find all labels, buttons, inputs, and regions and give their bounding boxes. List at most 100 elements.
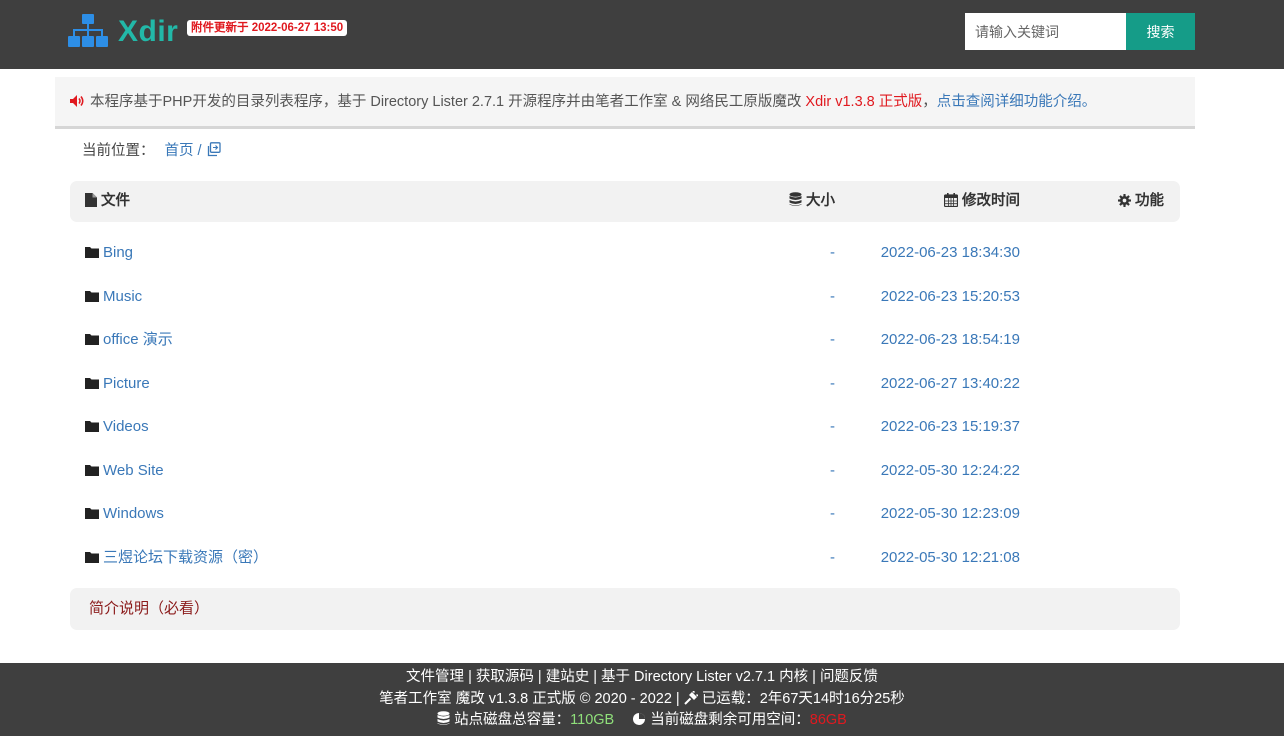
folder-modified: 2022-05-30 12:21:08 [880, 548, 1020, 566]
update-badge: 附件更新于 2022-06-27 13:50 [187, 20, 348, 36]
volume-icon [70, 95, 84, 107]
folder-modified: 2022-05-30 12:24:22 [880, 461, 1020, 479]
folder-name: Windows [103, 505, 164, 522]
folder-name: Bing [103, 244, 134, 261]
folder-size: - [830, 374, 835, 392]
pie-chart-icon [633, 713, 646, 725]
folder-link[interactable]: Windows [85, 492, 164, 535]
folder-link[interactable]: Picture [85, 362, 150, 405]
footer-link-source[interactable]: 获取源码 [476, 669, 534, 685]
table-row[interactable]: office 演示 - 2022-06-23 18:54:19 [70, 318, 1180, 362]
footer-disk-total-value: 110GB [570, 712, 615, 728]
header-modified[interactable]: 修改时间 [944, 181, 1020, 222]
folder-modified: 2022-06-23 18:54:19 [880, 331, 1020, 348]
breadcrumb: 当前位置： 首页 / [82, 140, 221, 162]
file-icon [85, 193, 97, 207]
folder-name: Videos [103, 418, 149, 435]
footer-disk-free-label: 当前磁盘剩余可用空间： [650, 712, 810, 728]
footer-copyright: 笔者工作室 魔改 v1.3.8 正式版 © 2020 - 2022 | [379, 690, 684, 707]
breadcrumb-home-link[interactable]: 首页 [165, 143, 194, 159]
search-input[interactable] [965, 13, 1127, 50]
folder-link[interactable]: Music [85, 275, 142, 318]
footer-link-feedback[interactable]: 问题反馈 [820, 669, 878, 685]
folder-name: office 演示 [103, 331, 173, 348]
folder-name: Music [103, 287, 143, 305]
folder-size: - [830, 505, 835, 522]
breadcrumb-label: 当前位置： [82, 143, 155, 159]
header-file-label: 文件 [101, 193, 130, 209]
intro-toggle[interactable]: 简介说明（必看） [70, 588, 1180, 630]
footer-copyright-line: 笔者工作室 魔改 v1.3.8 正式版 © 2020 - 2022 | 已运载：… [0, 689, 1284, 711]
footer-link-lister[interactable]: 基于 Directory Lister v2.7.1 内核 [601, 669, 808, 685]
folder-size: - [830, 548, 835, 566]
folder-size: - [830, 244, 835, 261]
notice-bar: 本程序基于PHP开发的目录列表程序，基于 Directory Lister 2.… [55, 77, 1195, 129]
folder-icon [85, 290, 99, 302]
footer-link-file-manage[interactable]: 文件管理 [406, 669, 464, 685]
folder-modified: 2022-06-23 15:19:37 [880, 418, 1020, 435]
folder-icon [85, 421, 99, 432]
notice-text: 本程序基于PHP开发的目录列表程序，基于 Directory Lister 2.… [90, 94, 806, 110]
folder-link[interactable]: Videos [85, 405, 149, 448]
folder-icon [85, 247, 99, 258]
calendar-icon [944, 193, 958, 207]
header-modified-label: 修改时间 [962, 193, 1020, 209]
table-header: 文件 大小 修改时间 功能 [70, 181, 1180, 222]
folder-modified: 2022-06-27 13:40:22 [880, 374, 1020, 392]
notice-detail-link[interactable]: 点击查阅详细功能介绍。 [937, 94, 1097, 110]
folder-size: - [830, 418, 835, 435]
header-actions: 功能 [1118, 181, 1164, 222]
folder-link[interactable]: office 演示 [85, 318, 173, 361]
folder-icon [85, 508, 99, 519]
table-row[interactable]: Web Site - 2022-05-30 12:24:22 [70, 449, 1180, 493]
footer-link-sep: | [808, 669, 820, 685]
folder-link[interactable]: Web Site [85, 449, 164, 492]
folder-link[interactable]: 三煜论坛下载资源（密） [85, 536, 268, 579]
folder-size: - [830, 461, 835, 479]
footer-uptime-label: 已运载： [701, 690, 760, 707]
database-icon [789, 192, 802, 206]
folder-modified: 2022-05-30 12:23:09 [880, 505, 1020, 522]
footer: 文件管理 | 获取源码 | 建站史 | 基于 Directory Lister … [0, 663, 1284, 736]
header: Xdir 附件更新于 2022-06-27 13:50 搜索 [0, 0, 1284, 69]
breadcrumb-separator: / [197, 143, 202, 159]
folder-icon [85, 334, 99, 345]
folder-link[interactable]: Bing [85, 231, 133, 274]
table-row[interactable]: Videos - 2022-06-23 15:19:37 [70, 405, 1180, 449]
footer-link-history[interactable]: 建站史 [546, 669, 590, 685]
header-size-label: 大小 [806, 193, 835, 209]
table-row[interactable]: Music - 2022-06-23 15:20:53 [70, 275, 1180, 319]
folder-name: Picture [103, 374, 150, 392]
folder-size: - [830, 331, 835, 348]
table-row[interactable]: 三煜论坛下载资源（密） - 2022-05-30 12:21:08 [70, 536, 1180, 580]
file-list: Bing - 2022-06-23 18:34:30 Music - 2022-… [70, 231, 1180, 579]
footer-link-sep: | [464, 669, 476, 685]
table-row[interactable]: Bing - 2022-06-23 18:34:30 [70, 231, 1180, 275]
folder-icon [85, 377, 99, 389]
footer-links: 文件管理 | 获取源码 | 建站史 | 基于 Directory Lister … [0, 667, 1284, 689]
footer-link-sep: | [589, 669, 602, 685]
table-row[interactable]: Picture - 2022-06-27 13:40:22 [70, 362, 1180, 406]
header-file[interactable]: 文件 [85, 181, 130, 222]
folder-icon [85, 464, 99, 476]
logo-text[interactable]: Xdir [118, 14, 178, 50]
folder-modified: 2022-06-23 18:34:30 [880, 244, 1020, 261]
footer-disk-line: 站点磁盘总容量：110GB 当前磁盘剩余可用空间：86GB [0, 710, 1284, 732]
notice-comma: ， [922, 94, 937, 110]
header-size[interactable]: 大小 [789, 181, 835, 222]
search-button[interactable]: 搜索 [1126, 13, 1195, 50]
folder-size: - [830, 287, 835, 305]
footer-link-sep: | [533, 669, 546, 685]
database-icon [437, 711, 450, 725]
folder-modified: 2022-06-23 15:20:53 [880, 287, 1020, 305]
footer-disk-total-label: 站点磁盘总容量： [454, 712, 571, 728]
notice-version: Xdir v1.3.8 正式版 [805, 94, 923, 110]
table-row[interactable]: Windows - 2022-05-30 12:23:09 [70, 492, 1180, 536]
folder-icon [85, 551, 99, 563]
gear-icon [1118, 194, 1131, 207]
sitemap-icon[interactable] [68, 14, 108, 48]
copy-icon[interactable] [206, 142, 221, 157]
folder-name: Web Site [103, 461, 164, 479]
folder-name: 三煜论坛下载资源（密） [103, 548, 269, 566]
footer-uptime-value: 2年67天14时16分25秒 [759, 690, 905, 707]
